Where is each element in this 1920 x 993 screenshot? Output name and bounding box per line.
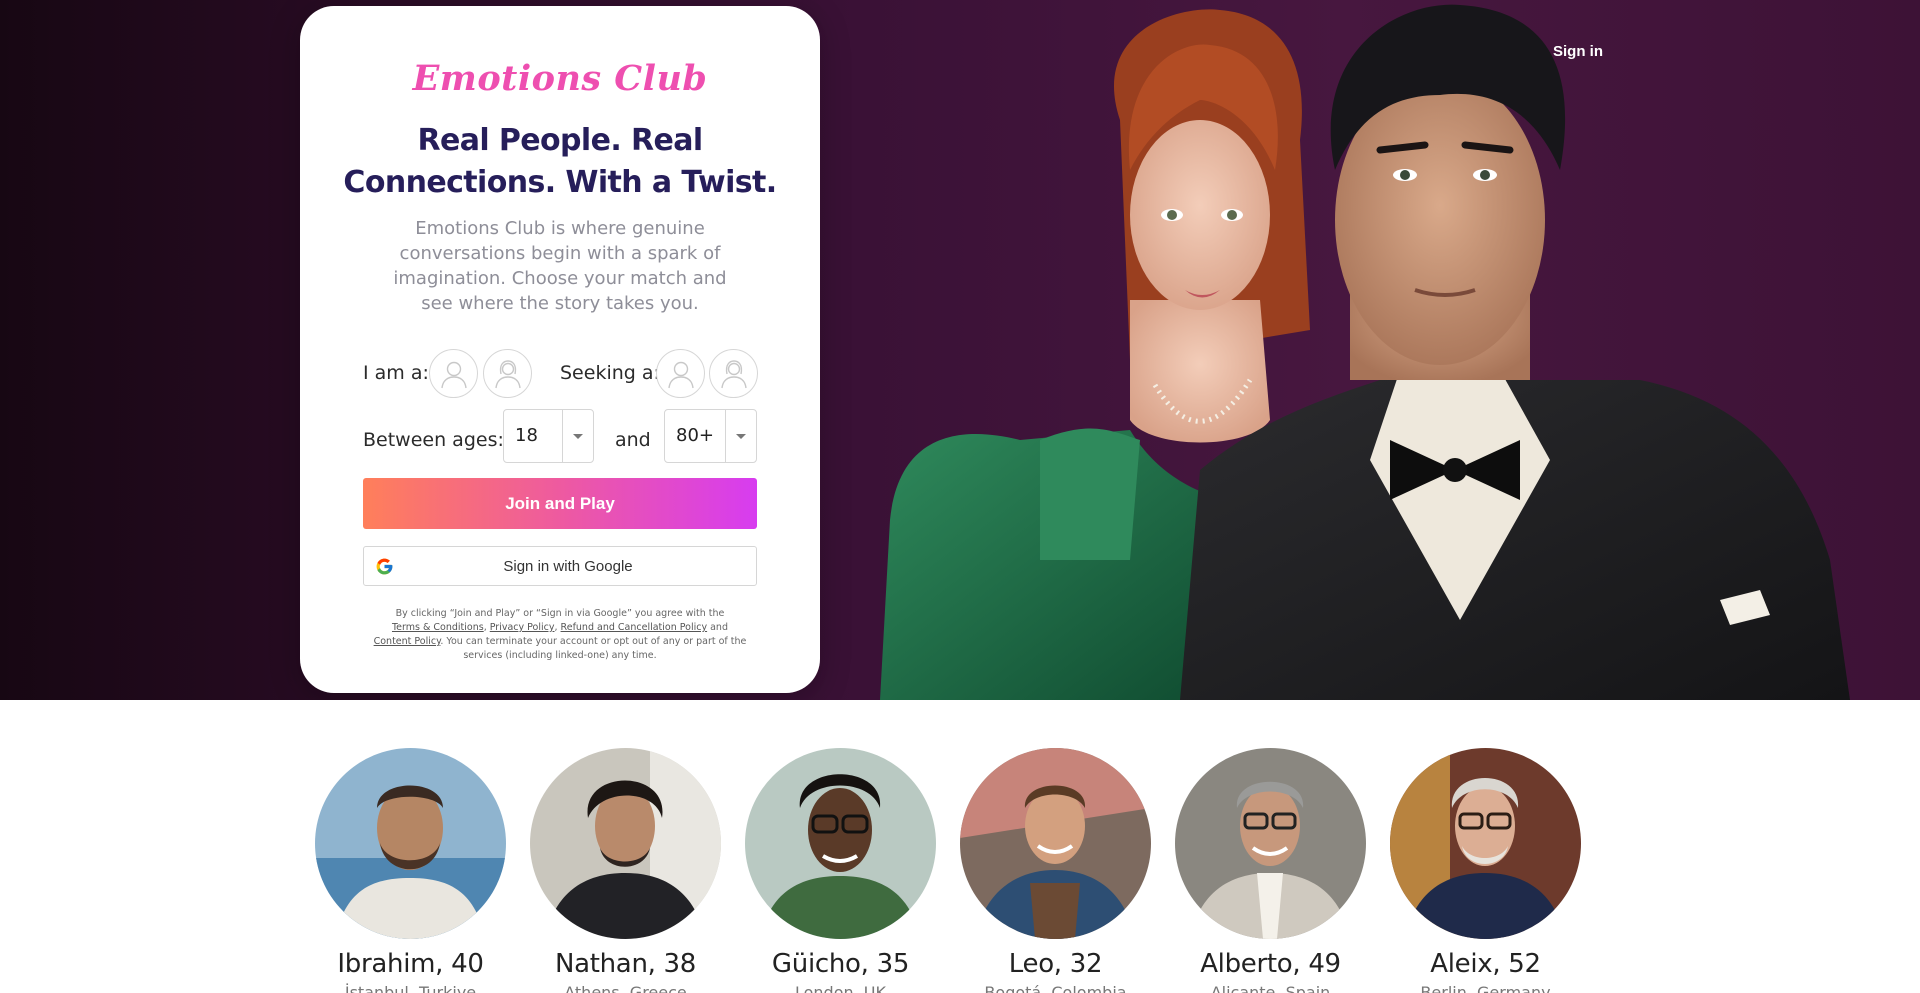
ages-label: Between ages: [363, 429, 504, 451]
select-divider [562, 410, 563, 462]
profile-name: Aleix, 52 [1430, 949, 1541, 979]
i-am-label: I am a: [363, 362, 429, 384]
legal-outro: . You can terminate your account or opt … [440, 636, 747, 661]
profile-location: Bogotá, Colombia [984, 983, 1127, 993]
chevron-down-icon [573, 434, 583, 439]
select-divider [725, 410, 726, 462]
profile-card[interactable]: Nathan, 38 Athens, Greece [530, 748, 721, 993]
refund-policy-link[interactable]: Refund and Cancellation Policy [561, 622, 708, 633]
profile-location: Alicante, Spain [1210, 983, 1331, 993]
avatar[interactable] [960, 748, 1151, 939]
age-min-value: 18 [515, 425, 538, 446]
profile-card[interactable]: Alberto, 49 Alicante, Spain [1175, 748, 1366, 993]
hero-section: Sign in Emotions Club Real People. Real … [0, 0, 1920, 700]
hero-couple-image [880, 4, 1850, 700]
avatar[interactable] [1390, 748, 1581, 939]
privacy-link[interactable]: Privacy Policy [490, 622, 555, 633]
join-and-play-button[interactable]: Join and Play [363, 478, 757, 529]
profile-name: Ibrahim, 40 [337, 949, 484, 979]
signup-card: Emotions Club Real People. Real Connecti… [300, 6, 820, 693]
seeking-male-button[interactable] [656, 349, 705, 398]
profile-name: Nathan, 38 [554, 949, 697, 979]
profile-location: London, UK [794, 983, 887, 993]
profile-location: Berlin, Germany [1420, 983, 1551, 993]
profile-name: Leo, 32 [1008, 949, 1103, 979]
and-label: and [615, 429, 651, 451]
intro-text: Emotions Club is where genuine conversat… [393, 218, 727, 314]
brand-logo[interactable]: Emotions Club [300, 58, 820, 99]
legal-intro: By clicking “Join and Play” or “Sign in … [395, 608, 725, 619]
legal-separator: and [707, 622, 728, 633]
profile-location: İstanbul, Turkiye [344, 983, 477, 993]
google-signin-button[interactable]: Sign in with Google [363, 546, 757, 586]
page-title: Real People. Real Connections. With a Tw… [343, 123, 777, 200]
content-policy-link[interactable]: Content Policy [374, 636, 441, 647]
female-avatar-icon [720, 359, 747, 388]
profile-location: Athens, Greece [564, 983, 687, 993]
google-signin-label: Sign in with Google [503, 558, 633, 575]
male-avatar-icon [667, 361, 694, 388]
seeking-female-button[interactable] [709, 349, 758, 398]
profile-name: Güicho, 35 [771, 949, 910, 979]
avatar[interactable] [530, 748, 721, 939]
profile-card[interactable]: Aleix, 52 Berlin, Germany [1390, 748, 1581, 993]
avatar[interactable] [315, 748, 506, 939]
chevron-down-icon [736, 434, 746, 439]
i-am-female-button[interactable] [483, 349, 532, 398]
age-max-select[interactable]: 80+ [664, 409, 757, 463]
terms-link[interactable]: Terms & Conditions [392, 622, 484, 633]
male-avatar-icon [440, 361, 467, 388]
profile-card[interactable]: Ibrahim, 40 İstanbul, Turkiye [315, 748, 506, 993]
profile-card[interactable]: Leo, 32 Bogotá, Colombia [960, 748, 1151, 993]
seeking-label: Seeking a: [560, 362, 660, 384]
sign-in-button[interactable]: Sign in [1530, 30, 1626, 72]
female-avatar-icon [494, 359, 521, 388]
i-am-male-button[interactable] [429, 349, 478, 398]
legal-disclaimer: By clicking “Join and Play” or “Sign in … [368, 607, 752, 663]
profile-card[interactable]: Güicho, 35 London, UK [745, 748, 936, 993]
avatar[interactable] [745, 748, 936, 939]
profile-name: Alberto, 49 [1200, 949, 1341, 979]
featured-profiles: Ibrahim, 40 İstanbul, Turkiye Nathan, 38… [0, 700, 1920, 993]
age-max-value: 80+ [676, 425, 714, 446]
avatar[interactable] [1175, 748, 1366, 939]
age-min-select[interactable]: 18 [503, 409, 594, 463]
